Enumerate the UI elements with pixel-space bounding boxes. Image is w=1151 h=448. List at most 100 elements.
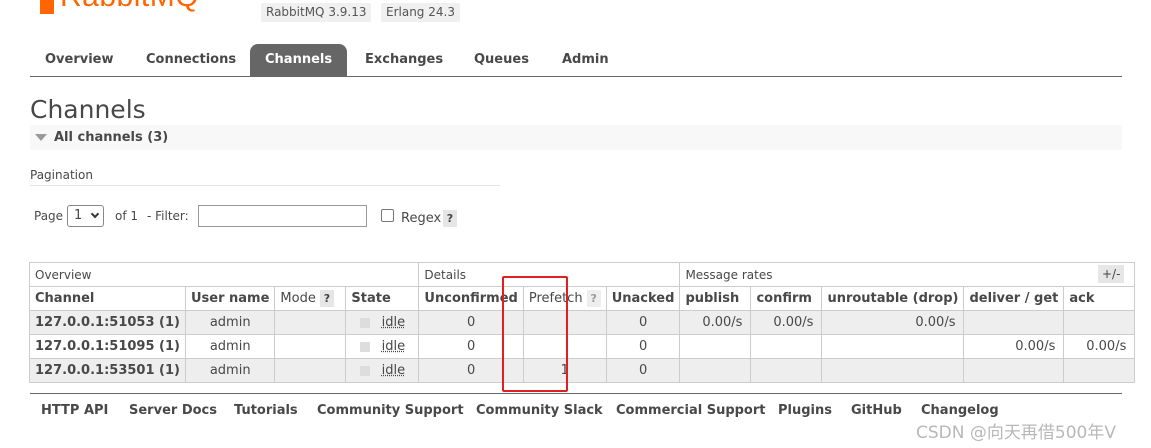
mode-help-button[interactable]: ? <box>319 290 334 307</box>
mode-label: Mode <box>280 291 316 306</box>
page-title: Channels <box>30 95 146 124</box>
col-header-confirm[interactable]: confirm <box>750 286 823 311</box>
col-header-unroutable[interactable]: unroutable (drop) <box>821 286 965 311</box>
footer-divider <box>30 393 1122 394</box>
table-row[interactable]: 127.0.0.1:51095 (1) admin idle 0 0 0.00/… <box>29 334 1136 359</box>
logo-text: RabbitMQ <box>60 0 199 14</box>
footer-link-server-docs[interactable]: Server Docs <box>129 403 217 418</box>
footer-link-github[interactable]: GitHub <box>851 403 902 418</box>
unroutable-cell: 0.00/s <box>821 310 965 335</box>
state-text: idle <box>381 339 406 354</box>
mode-cell <box>274 334 347 359</box>
prefetch-label: Prefetch <box>528 291 583 306</box>
col-header-prefetch[interactable]: Prefetch ? <box>522 286 607 311</box>
footer-link-community-slack[interactable]: Community Slack <box>476 403 603 418</box>
logo-trademark: TM <box>230 0 244 2</box>
collapse-triangle-icon <box>35 134 47 141</box>
page-select[interactable]: 1 <box>67 205 104 227</box>
footer-link-community-support[interactable]: Community Support <box>317 403 464 418</box>
csdn-watermark: CSDN @向天再借500年V <box>916 423 1116 443</box>
state-indicator-icon <box>359 317 370 328</box>
erlang-version-badge: Erlang 24.3 <box>381 3 460 22</box>
tab-exchanges[interactable]: Exchanges <box>350 44 458 76</box>
column-toggle-button[interactable]: +/- <box>1098 265 1125 283</box>
ack-cell <box>1063 310 1136 335</box>
state-cell: idle <box>345 334 420 359</box>
all-channels-section-toggle[interactable]: All channels (3) <box>30 125 1122 150</box>
footer-link-commercial-support[interactable]: Commercial Support <box>616 403 766 418</box>
filter-input[interactable] <box>198 205 367 227</box>
col-header-state[interactable]: State <box>345 286 420 311</box>
table-row[interactable]: 127.0.0.1:53501 (1) admin idle 0 1 0 <box>29 358 1136 383</box>
user-cell: admin <box>184 334 276 359</box>
confirm-cell: 0.00/s <box>750 310 823 335</box>
user-cell: admin <box>184 310 276 335</box>
state-indicator-icon <box>359 365 370 376</box>
prefetch-cell <box>522 334 607 359</box>
filter-label: - Filter: <box>147 209 189 223</box>
tab-queues[interactable]: Queues <box>459 44 544 76</box>
footer-link-changelog[interactable]: Changelog <box>921 403 999 418</box>
chevron-down-icon <box>90 209 100 219</box>
ack-cell <box>1063 358 1136 383</box>
state-indicator-icon <box>359 341 370 352</box>
regex-label: Regex <box>401 211 442 226</box>
prefetch-cell: 1 <box>522 358 607 383</box>
channels-table: Overview Details Message rates Channel U… <box>28 262 1136 383</box>
col-header-channel[interactable]: Channel <box>29 286 186 311</box>
unacked-cell: 0 <box>605 310 681 335</box>
col-header-unconfirmed[interactable]: Unconfirmed <box>418 286 524 311</box>
user-cell: admin <box>184 358 276 383</box>
state-cell: idle <box>345 358 420 383</box>
unconfirmed-cell: 0 <box>418 334 524 359</box>
tab-admin[interactable]: Admin <box>547 44 624 76</box>
ack-cell: 0.00/s <box>1063 334 1136 359</box>
rabbitmq-version-badge: RabbitMQ 3.9.13 <box>261 3 372 22</box>
mode-cell <box>274 358 347 383</box>
unroutable-cell <box>821 334 965 359</box>
col-header-ack[interactable]: ack <box>1063 286 1136 311</box>
col-header-publish[interactable]: publish <box>679 286 752 311</box>
table-row[interactable]: 127.0.0.1:51053 (1) admin idle 0 0 0.00/… <box>29 310 1136 335</box>
tab-channels[interactable]: Channels <box>250 44 348 76</box>
col-header-user-name[interactable]: User name <box>184 286 276 311</box>
section-title: All channels (3) <box>54 130 169 145</box>
channel-link[interactable]: 127.0.0.1:51053 (1) <box>29 310 186 335</box>
confirm-cell <box>750 334 823 359</box>
deliver-get-cell: 0.00/s <box>963 334 1065 359</box>
col-header-unacked[interactable]: Unacked <box>605 286 681 311</box>
prefetch-help-button[interactable]: ? <box>586 290 601 307</box>
pagination-divider <box>30 185 500 186</box>
state-text: idle <box>381 363 406 378</box>
logo-mark-icon <box>40 0 54 14</box>
state-cell: idle <box>345 310 420 335</box>
page-select-value: 1 <box>74 208 83 223</box>
tab-connections[interactable]: Connections <box>131 44 251 76</box>
channel-link[interactable]: 127.0.0.1:53501 (1) <box>29 358 186 383</box>
publish-cell <box>679 358 752 383</box>
publish-cell <box>679 334 752 359</box>
footer-link-tutorials[interactable]: Tutorials <box>234 403 298 418</box>
tab-overview[interactable]: Overview <box>30 44 129 76</box>
main-nav-tabs: Overview Connections Channels Exchanges … <box>30 44 1122 77</box>
unconfirmed-cell: 0 <box>418 358 524 383</box>
deliver-get-cell <box>963 310 1065 335</box>
regex-checkbox[interactable] <box>381 209 394 222</box>
col-header-mode[interactable]: Mode ? <box>274 286 347 311</box>
regex-help-button[interactable]: ? <box>443 210 457 227</box>
deliver-get-cell <box>963 358 1065 383</box>
page-of-label: of 1 <box>115 209 139 223</box>
unconfirmed-cell: 0 <box>418 310 524 335</box>
confirm-cell <box>750 358 823 383</box>
footer-link-plugins[interactable]: Plugins <box>778 403 832 418</box>
group-header-details: Details <box>418 262 681 287</box>
group-header-overview: Overview <box>28 262 420 287</box>
pagination-label: Pagination <box>30 168 93 182</box>
group-header-message-rates: Message rates <box>679 262 1136 287</box>
col-header-deliver-get[interactable]: deliver / get <box>963 286 1065 311</box>
publish-cell: 0.00/s <box>679 310 752 335</box>
footer-link-http-api[interactable]: HTTP API <box>41 403 108 418</box>
channel-link[interactable]: 127.0.0.1:51095 (1) <box>29 334 186 359</box>
state-text: idle <box>381 315 406 330</box>
unroutable-cell <box>821 358 965 383</box>
